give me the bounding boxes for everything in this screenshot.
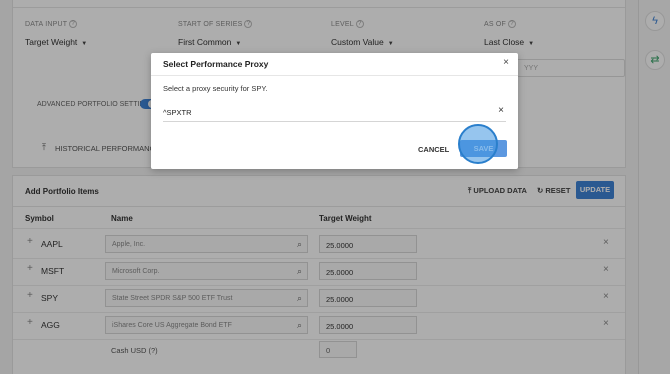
click-indicator	[458, 124, 498, 164]
dialog-description: Select a proxy security for SPY.	[163, 84, 268, 93]
dialog-header: Select Performance Proxy ×	[151, 53, 518, 76]
dialog-title: Select Performance Proxy	[163, 59, 269, 69]
close-icon[interactable]: ×	[503, 57, 509, 68]
cancel-button[interactable]: CANCEL	[418, 145, 449, 154]
clear-input-icon[interactable]: ×	[498, 105, 504, 116]
proxy-security-input[interactable]: ^SPXTR	[163, 104, 506, 122]
